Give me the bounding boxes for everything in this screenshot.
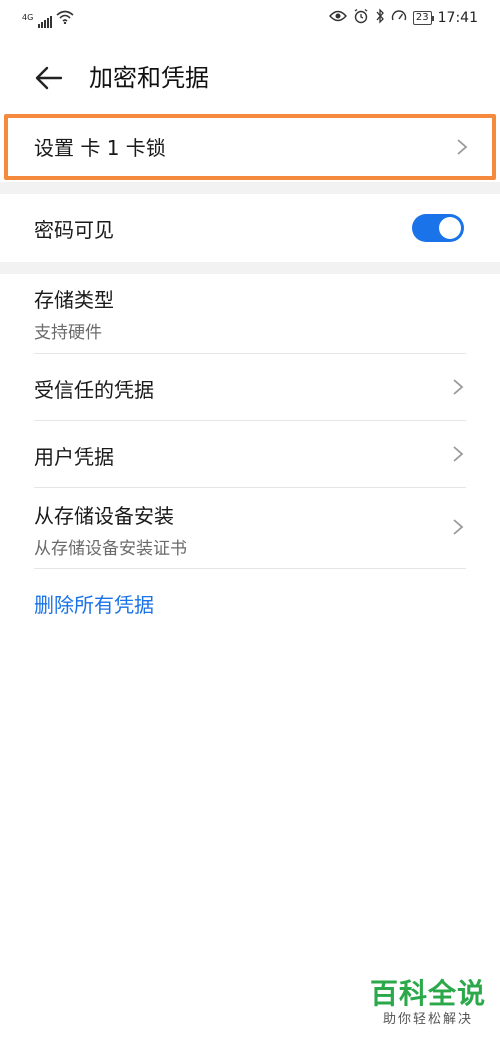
clock: 17:41 — [437, 10, 478, 26]
wifi-icon — [56, 10, 74, 28]
trusted-credentials-label: 受信任的凭据 — [34, 378, 154, 402]
row-separator — [34, 568, 466, 569]
page-title: 加密和凭据 — [89, 64, 209, 92]
chevron-right-icon — [452, 445, 464, 463]
install-from-storage-row[interactable]: 从存储设备安装 从存储设备安装证书 — [0, 488, 500, 568]
chevron-right-icon — [452, 378, 464, 396]
storage-type-title: 存储类型 — [34, 288, 114, 312]
storage-type-row: 存储类型 支持硬件 — [0, 274, 500, 354]
watermark-sub: 助你轻松解决 — [382, 1012, 473, 1027]
status-bar: 4G 23 17:41 — [0, 0, 500, 38]
password-visible-label: 密码可见 — [34, 218, 114, 242]
chevron-right-icon — [452, 518, 464, 536]
alarm-icon — [353, 8, 369, 28]
user-credentials-label: 用户凭据 — [34, 445, 114, 469]
status-left: 4G — [22, 10, 74, 28]
battery-icon: 23 — [412, 11, 434, 25]
chevron-right-icon — [456, 138, 468, 156]
install-from-storage-title: 从存储设备安装 — [34, 504, 174, 528]
trusted-credentials-row[interactable]: 受信任的凭据 — [0, 354, 500, 420]
network-type: 4G — [22, 13, 34, 22]
password-visible-toggle[interactable] — [412, 214, 464, 242]
back-arrow-icon[interactable] — [34, 63, 64, 93]
speed-icon — [391, 8, 407, 28]
user-credentials-row[interactable]: 用户凭据 — [0, 421, 500, 487]
status-right: 23 17:41 — [328, 8, 478, 28]
clear-credentials-link[interactable]: 删除所有凭据 — [34, 589, 154, 618]
eye-icon — [328, 10, 347, 26]
sim-lock-label: 设置 卡 1 卡锁 — [34, 136, 166, 160]
install-from-storage-subtitle: 从存储设备安装证书 — [34, 539, 187, 559]
section-divider — [0, 182, 500, 194]
storage-type-subtitle: 支持硬件 — [34, 323, 102, 343]
signal-icon — [38, 16, 53, 28]
section-divider — [0, 262, 500, 274]
watermark-logo: 百科全说 助你轻松解决 — [370, 978, 486, 1030]
bluetooth-icon — [375, 8, 385, 28]
toggle-knob — [439, 217, 461, 239]
password-visible-row: 密码可见 — [0, 194, 500, 262]
watermark-main: 百科全说 — [369, 977, 486, 1010]
app-header: 加密和凭据 — [0, 55, 500, 101]
sim-lock-row[interactable]: 设置 卡 1 卡锁 — [4, 114, 496, 180]
